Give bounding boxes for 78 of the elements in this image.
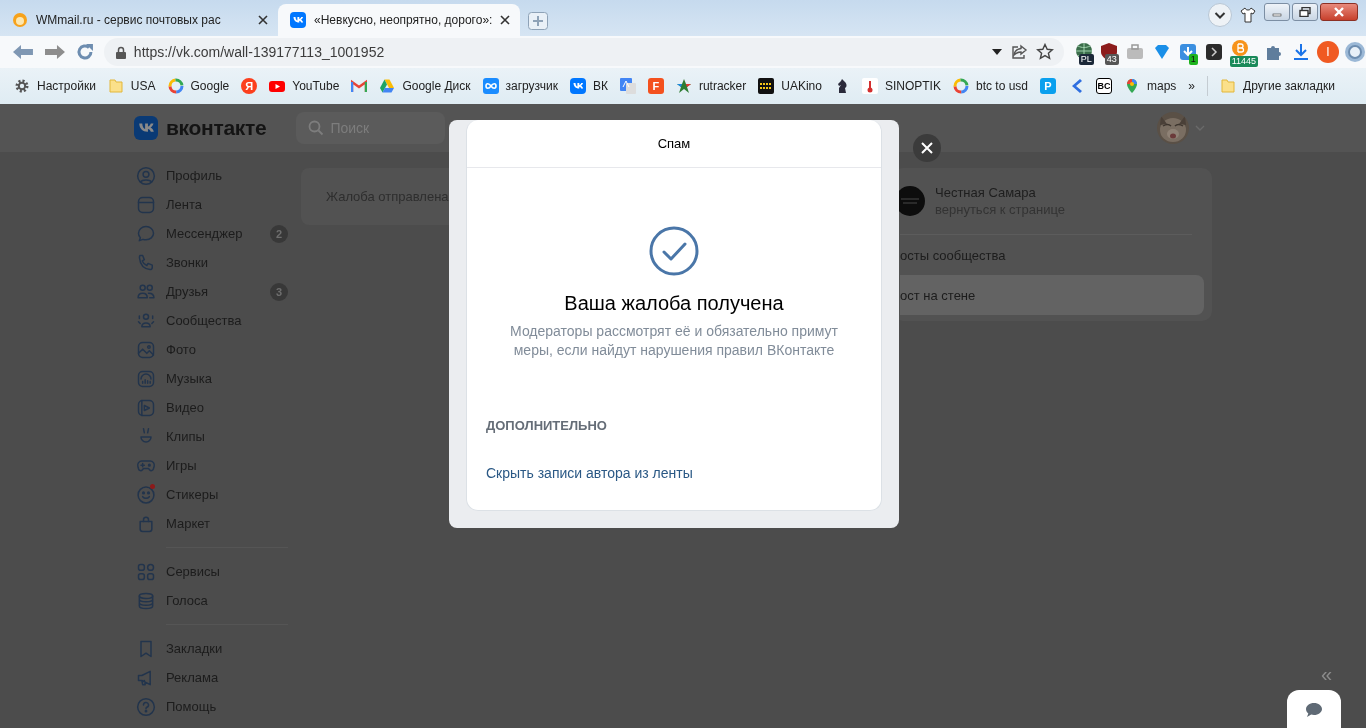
back-icon[interactable] xyxy=(12,44,34,60)
browser-tab[interactable]: «Невкусно, неопрятно, дорого»: xyxy=(278,4,521,36)
bookmark[interactable]: UAKino xyxy=(758,78,822,94)
download-icon[interactable] xyxy=(1291,42,1311,62)
bookmark[interactable]: Google Диск xyxy=(379,78,471,94)
new-tab-icon[interactable] xyxy=(528,12,549,30)
bookmark[interactable]: Google xyxy=(167,78,230,94)
hide-posts-link[interactable]: Скрыть записи автора из ленты xyxy=(486,465,693,481)
play-icon xyxy=(269,78,286,94)
logo-icon xyxy=(569,78,586,94)
address-bar[interactable]: https://vk.com/wall-139177113_1001952 xyxy=(103,38,1064,66)
infinity-icon xyxy=(482,78,499,94)
close-button[interactable] xyxy=(913,134,941,162)
chat-icon xyxy=(1305,702,1323,718)
more-bookmarks[interactable]: » xyxy=(1188,79,1195,93)
folder-icon xyxy=(107,78,124,94)
close-icon[interactable] xyxy=(500,15,511,25)
m-mark-icon[interactable] xyxy=(351,78,368,94)
dialog-message: Модераторы рассмотрят её и обязательно примут меры, если найдут нарушения правил ВКонтакте xyxy=(509,322,839,360)
forward-icon[interactable] xyxy=(43,44,66,60)
extension-button[interactable]: PL xyxy=(1073,41,1094,65)
caret-icon[interactable] xyxy=(991,49,1002,55)
close-icon xyxy=(921,142,933,154)
bookmark[interactable]: ВК xyxy=(569,78,608,94)
bookmark[interactable]: SINOPTIK xyxy=(861,78,941,94)
check-icon xyxy=(649,226,699,276)
section-heading: ДОПОЛНИТЕЛЬНО xyxy=(486,418,608,434)
bookmark[interactable]: загрузчик xyxy=(482,78,558,94)
share-icon[interactable] xyxy=(1009,43,1028,61)
dropdown-icon[interactable] xyxy=(1208,3,1232,27)
restore-icon xyxy=(1299,7,1311,17)
star-icon[interactable] xyxy=(1035,43,1054,61)
triangle-icon xyxy=(379,78,396,94)
site-name[interactable]: вконтакте xyxy=(166,116,267,140)
coin-icon xyxy=(1229,39,1250,59)
star-icon xyxy=(675,78,692,94)
collapse-button[interactable]: « xyxy=(1321,664,1333,684)
download-icon xyxy=(1177,41,1198,62)
thermometer-icon xyxy=(861,78,878,94)
close-button[interactable] xyxy=(1320,3,1358,21)
shirt-icon[interactable] xyxy=(1240,7,1256,23)
lock-icon xyxy=(115,45,126,59)
browser-tab[interactable]: WMmail.ru - сервис почтовых рас xyxy=(0,4,278,36)
bookmark[interactable]: USA xyxy=(107,78,156,94)
bookmark[interactable]: YouTube xyxy=(269,78,340,94)
briefcase-icon[interactable] xyxy=(1124,42,1145,62)
logo-icon[interactable] xyxy=(134,116,158,140)
reload-icon[interactable] xyxy=(75,43,94,61)
bookmark[interactable]: Настройки xyxy=(14,78,96,94)
flame-icon xyxy=(12,12,28,28)
dialog-title: Спам xyxy=(657,136,691,151)
search-icon xyxy=(308,120,325,136)
color-ring-icon xyxy=(952,78,969,94)
close-icon[interactable] xyxy=(258,15,268,25)
square-icon[interactable] xyxy=(1203,42,1224,62)
film-icon xyxy=(758,78,775,94)
dialog-heading: Ваша жалоба получена xyxy=(563,291,785,315)
bookmark[interactable]: maps xyxy=(1124,78,1177,94)
bookmark[interactable]: rutracker xyxy=(675,78,747,94)
extension-button[interactable]: 11445 xyxy=(1229,39,1258,67)
pin-icon xyxy=(1124,78,1140,94)
color-ring-icon xyxy=(167,78,184,94)
extension-button[interactable]: 1 xyxy=(1177,41,1198,65)
menu-item[interactable]: ост на стене xyxy=(900,275,1204,315)
profile-avatar[interactable]: I xyxy=(1317,41,1339,63)
folder-icon xyxy=(1220,78,1236,94)
restore-button[interactable] xyxy=(1292,3,1318,21)
close-icon xyxy=(1333,7,1345,17)
bookmark-folder[interactable]: Другие закладки xyxy=(1220,78,1335,94)
bookmark-icon[interactable]: P xyxy=(1040,78,1056,94)
extension-button[interactable]: 43 xyxy=(1098,41,1119,65)
bookmark-icon[interactable]: F xyxy=(647,78,664,94)
bookmark-icon[interactable]: BC xyxy=(1096,78,1112,94)
bookmark-icon[interactable]: Я xyxy=(241,78,258,94)
logo-icon xyxy=(290,12,306,28)
chat-button[interactable] xyxy=(1287,690,1341,728)
bookmark[interactable]: btc to usd xyxy=(952,78,1028,94)
translate-icon[interactable] xyxy=(619,78,636,94)
